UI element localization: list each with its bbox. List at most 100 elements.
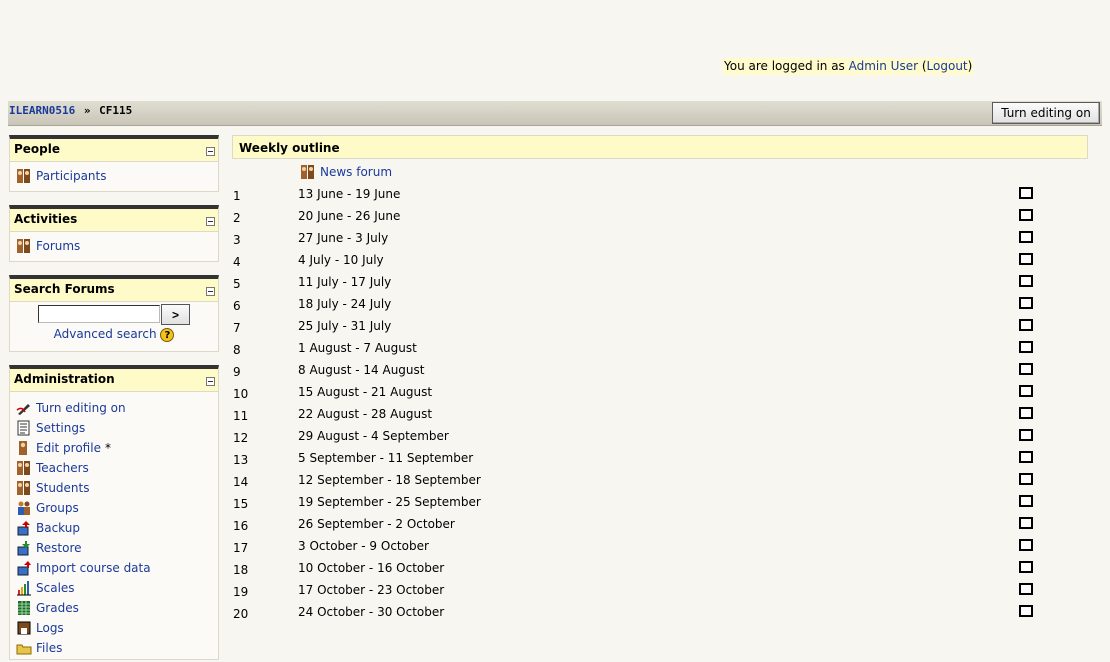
admin-students[interactable]: Students — [16, 478, 218, 498]
admin-teachers[interactable]: Teachers — [16, 458, 218, 478]
week-number: 16 — [233, 519, 249, 533]
week-number: 14 — [233, 475, 249, 489]
block-title: Administration — [14, 372, 115, 386]
participants-link[interactable]: Participants — [16, 166, 218, 186]
week-row: 17 3 October - 9 October — [232, 535, 1052, 557]
week-row: 16 26 September - 2 October — [232, 513, 1052, 535]
highlight-week-checkbox[interactable] — [1019, 517, 1033, 529]
highlight-week-checkbox[interactable] — [1019, 209, 1033, 221]
collapse-icon[interactable] — [206, 377, 215, 386]
admin-item-label: Import course data — [36, 561, 151, 575]
admin-groups[interactable]: Groups — [16, 498, 218, 518]
week-dates: 18 July - 24 July — [298, 297, 392, 311]
highlight-week-checkbox[interactable] — [1019, 231, 1033, 243]
admin-edit-profile[interactable]: Edit profile * — [16, 438, 218, 458]
week-number: 9 — [233, 365, 241, 379]
participants-label: Participants — [36, 169, 107, 183]
admin-restore[interactable]: Restore — [16, 538, 218, 558]
week-number: 7 — [233, 321, 241, 335]
week-number: 3 — [233, 233, 241, 247]
admin-scales[interactable]: Scales — [16, 578, 218, 598]
highlight-week-checkbox[interactable] — [1019, 253, 1033, 265]
admin-files[interactable]: Files — [16, 638, 218, 658]
admin-turn-editing-on[interactable]: Turn editing on — [16, 398, 218, 418]
login-info: You are logged in as Admin User (Logout) — [723, 58, 974, 75]
collapse-icon[interactable] — [206, 147, 215, 156]
week-number: 12 — [233, 431, 249, 445]
admin-item-label: Files — [36, 641, 63, 655]
highlight-week-checkbox[interactable] — [1019, 473, 1033, 485]
search-forums-input[interactable] — [38, 305, 160, 323]
highlight-week-checkbox[interactable] — [1019, 451, 1033, 463]
import-icon — [16, 560, 32, 576]
highlight-week-checkbox[interactable] — [1019, 319, 1033, 331]
collapse-icon[interactable] — [206, 217, 215, 226]
week-row: 1 13 June - 19 June — [232, 183, 1052, 205]
highlight-week-checkbox[interactable] — [1019, 429, 1033, 441]
highlight-week-checkbox[interactable] — [1019, 297, 1033, 309]
highlight-week-checkbox[interactable] — [1019, 495, 1033, 507]
highlight-week-checkbox[interactable] — [1019, 363, 1033, 375]
logout-link[interactable]: Logout — [927, 59, 968, 73]
highlight-week-checkbox[interactable] — [1019, 407, 1033, 419]
admin-logs[interactable]: Logs — [16, 618, 218, 638]
highlight-week-checkbox[interactable] — [1019, 187, 1033, 199]
admin-grades[interactable]: Grades — [16, 598, 218, 618]
help-icon[interactable]: ? — [160, 327, 175, 342]
restore-icon — [16, 540, 32, 556]
week-number: 10 — [233, 387, 249, 401]
week-dates: 17 October - 23 October — [298, 583, 445, 597]
highlight-week-checkbox[interactable] — [1019, 275, 1033, 287]
week-dates: 4 July - 10 July — [298, 253, 384, 267]
week-dates: 24 October - 30 October — [298, 605, 445, 619]
news-forum-link[interactable]: News forum — [300, 164, 392, 180]
week-dates: 1 August - 7 August — [298, 341, 417, 355]
weekly-outline-title: Weekly outline — [239, 141, 340, 155]
week-number: 13 — [233, 453, 249, 467]
highlight-week-checkbox[interactable] — [1019, 385, 1033, 397]
week-number: 18 — [233, 563, 249, 577]
forums-link[interactable]: Forums — [16, 236, 218, 256]
grades-icon — [16, 600, 32, 616]
highlight-week-checkbox[interactable] — [1019, 561, 1033, 573]
week-row: 5 11 July - 17 July — [232, 271, 1052, 293]
breadcrumb: ILEARN0516 » CF115 — [9, 104, 132, 117]
turn-editing-on-button[interactable]: Turn editing on — [992, 102, 1100, 124]
week-row: 12 29 August - 4 September — [232, 425, 1052, 447]
administration-block: Administration Turn editing on Settings … — [9, 365, 219, 660]
admin-item-label: Turn editing on — [36, 401, 126, 415]
admin-backup[interactable]: Backup — [16, 518, 218, 538]
forum-icon — [16, 238, 32, 254]
week-row: 4 4 July - 10 July — [232, 249, 1052, 271]
week-dates: 25 July - 31 July — [298, 319, 392, 333]
highlight-week-checkbox[interactable] — [1019, 583, 1033, 595]
activities-block: Activities Forums — [9, 205, 219, 262]
week-row: 7 25 July - 31 July — [232, 315, 1052, 337]
people-icon — [16, 460, 32, 476]
week-row: 2 20 June - 26 June — [232, 205, 1052, 227]
search-block-header: Search Forums — [10, 279, 218, 302]
weekly-outline-header: Weekly outline — [232, 135, 1088, 159]
news-forum-label: News forum — [320, 165, 393, 179]
people-block-header: People — [10, 139, 218, 162]
highlight-week-checkbox[interactable] — [1019, 341, 1033, 353]
week-dates: 11 July - 17 July — [298, 275, 392, 289]
week-number: 6 — [233, 299, 241, 313]
activities-block-header: Activities — [10, 209, 218, 232]
logout-close: ) — [967, 59, 973, 73]
highlight-week-checkbox[interactable] — [1019, 539, 1033, 551]
user-name-link[interactable]: Admin User — [849, 59, 918, 73]
forums-label: Forums — [36, 239, 81, 253]
highlight-week-checkbox[interactable] — [1019, 605, 1033, 617]
week-number: 2 — [233, 211, 241, 225]
week-row: 13 5 September - 11 September — [232, 447, 1052, 469]
backup-icon — [16, 520, 32, 536]
breadcrumb-home-link[interactable]: ILEARN0516 — [9, 104, 75, 117]
collapse-icon[interactable] — [206, 287, 215, 296]
administration-block-header: Administration — [10, 369, 218, 392]
search-go-button[interactable]: > — [161, 304, 190, 325]
week-dates: 26 September - 2 October — [298, 517, 455, 531]
advanced-search-link[interactable]: Advanced search — [54, 327, 157, 341]
admin-import-course-data[interactable]: Import course data — [16, 558, 218, 578]
admin-settings[interactable]: Settings — [16, 418, 218, 438]
